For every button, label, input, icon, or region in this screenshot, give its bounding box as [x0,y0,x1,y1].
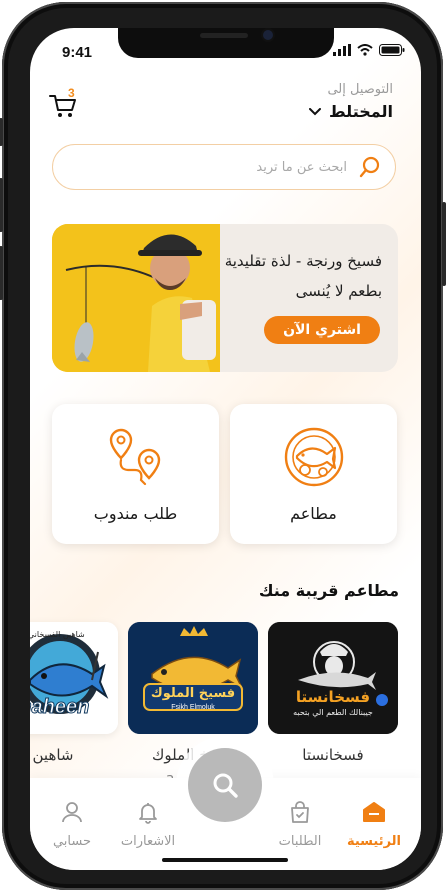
tab-notifications-label: الاشعارات [120,834,176,849]
restaurant-name: فسخانستا [302,746,364,764]
speaker [200,33,248,38]
verified-badge-icon [376,694,388,706]
delivery-area-name: المختلط [329,102,393,121]
volume-up-button [0,178,3,232]
promo-banner[interactable]: فسيخ ورنجة - لذة تقليدية بطعم لا يُنسى ا… [52,224,398,372]
fasakhansta-logo [268,622,398,734]
status-icons [333,44,405,56]
restaurant-card-shaheen[interactable]: شاهين الفسخاني Shaheen [30,622,118,734]
phone-frame: 9:41 3 التوصيل إلى المختلط ابحث عن ما تر… [0,2,446,890]
power-button [442,202,446,286]
cart-count-badge: 3 [68,86,75,100]
tab-home[interactable]: الرئيسية [334,800,414,849]
tab-notifications[interactable]: الاشعارات [108,800,188,849]
banner-subline: بطعم لا يُنسى [295,282,382,300]
wifi-icon [357,44,373,56]
banner-headline: فسيخ ورنجة - لذة تقليدية [224,252,382,270]
restaurant-logo-text: Shaheen [30,696,90,719]
restaurant-logo-tagline: جيبنالك الطعم الي بتحبه [293,708,373,717]
notch [118,28,334,58]
search-icon [359,156,380,178]
tab-account-label: حسابي [52,834,92,849]
restaurants-service-label: مطاعم [290,504,337,523]
courier-service-label: طلب مندوب [93,504,178,523]
deliver-to-label: التوصيل إلى [327,82,393,97]
fesikh-elmolouk-logo [128,622,258,734]
profile-icon [62,802,82,823]
tab-orders-label: الطلبات [278,834,322,849]
home-indicator [162,858,288,862]
search-input[interactable] [85,158,349,176]
restaurant-name: شاهين [32,746,74,764]
volume-down-button [0,246,3,300]
search-fab-button[interactable] [188,748,262,822]
signal-icon [333,44,351,56]
tab-orders[interactable]: الطلبات [260,800,340,849]
delivery-area-selector[interactable]: المختلط [309,102,393,121]
tab-home-label: الرئيسية [346,834,402,849]
restaurant-logo-tagline: شاهين الفسخاني [30,630,85,639]
restaurant-card-fasakhansta[interactable]: فسخانستا جيبنالك الطعم الي بتحبه [268,622,398,734]
route-pin-icon [109,428,160,486]
orders-bag-icon [291,801,309,823]
buy-now-button[interactable]: اشتري الآن [264,316,380,344]
tab-account[interactable]: حسابي [32,800,112,849]
courier-service-card[interactable]: طلب مندوب [52,404,219,544]
restaurant-card-fesikh-elmolouk[interactable]: فسيخ الملوك Fsikh Elmoluk [128,622,258,734]
search-bar[interactable] [52,144,396,190]
home-icon [363,802,385,822]
camera [263,30,273,40]
nearby-restaurants-title: مطاعم قريبة منك [258,581,399,600]
app-screen: 9:41 3 التوصيل إلى المختلط ابحث عن ما تر… [30,28,421,870]
fish-plate-icon [284,427,343,487]
restaurant-logo-tagline: Fsikh Elmoluk [171,704,215,711]
chevron-down-icon [309,107,322,115]
bell-icon [139,803,157,824]
cart-button[interactable]: 3 [48,86,82,124]
battery-icon [379,44,405,56]
search-icon [213,773,238,798]
status-time: 9:41 [62,44,93,61]
banner-text: فسيخ ورنجة - لذة تقليدية بطعم لا يُنسى [182,246,382,306]
restaurant-logo-text: فسيخ الملوك [150,686,236,701]
mute-switch [0,118,3,146]
restaurants-service-card[interactable]: مطاعم [230,404,397,544]
